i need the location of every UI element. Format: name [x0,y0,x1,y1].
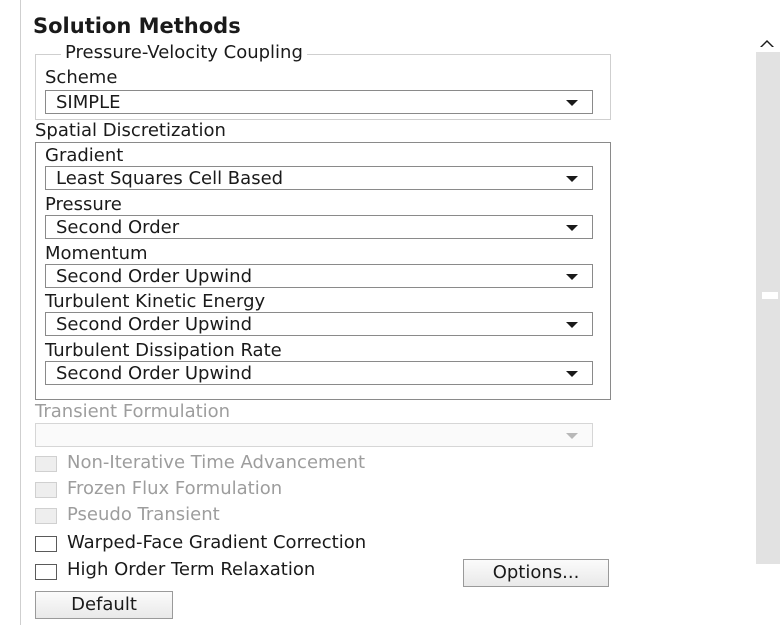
scroll-up-arrow-inner [762,42,772,47]
spatial-legend: Spatial Discretization [35,120,226,141]
scroll-track[interactable] [756,52,780,564]
gradient-value: Least Squares Cell Based [56,168,284,189]
pseudo-transient-checkbox [35,508,57,524]
pressure-label: Pressure [45,194,122,215]
pseudo-transient-label: Pseudo Transient [67,504,220,525]
pv-coupling-legend: Pressure-Velocity Coupling [61,42,307,63]
tke-label: Turbulent Kinetic Energy [45,291,266,312]
tke-value: Second Order Upwind [56,314,252,335]
chevron-down-icon [566,433,578,439]
tdr-value: Second Order Upwind [56,363,252,384]
chevron-down-icon [566,225,578,231]
momentum-dropdown[interactable]: Second Order Upwind [45,264,593,288]
gradient-dropdown[interactable]: Least Squares Cell Based [45,166,593,190]
chevron-down-icon [566,100,578,106]
transient-dropdown [35,423,593,447]
scroll-thumb[interactable] [762,292,778,299]
momentum-value: Second Order Upwind [56,266,252,287]
pressure-value: Second Order [56,217,180,238]
high-order-checkbox[interactable] [35,564,57,580]
tdr-dropdown[interactable]: Second Order Upwind [45,361,593,385]
frozen-flux-checkbox [35,482,57,498]
tdr-label: Turbulent Dissipation Rate [45,340,282,361]
options-button[interactable]: Options... [463,559,609,587]
solution-methods-panel: Solution Methods Pressure-Velocity Coupl… [20,0,753,625]
high-order-label: High Order Term Relaxation [67,559,316,580]
frozen-flux-label: Frozen Flux Formulation [67,478,283,499]
chevron-down-icon [566,274,578,280]
gradient-label: Gradient [45,145,124,166]
non-iterative-checkbox [35,456,57,472]
chevron-down-icon [566,176,578,182]
tke-dropdown[interactable]: Second Order Upwind [45,312,593,336]
panel-title: Solution Methods [33,14,241,38]
default-button[interactable]: Default [35,591,173,619]
pressure-dropdown[interactable]: Second Order [45,215,593,239]
vertical-scrollbar[interactable] [752,0,780,625]
non-iterative-label: Non-Iterative Time Advancement [67,452,366,473]
chevron-down-icon [566,371,578,377]
warped-face-label: Warped-Face Gradient Correction [67,532,367,553]
chevron-down-icon [566,322,578,328]
scheme-label: Scheme [45,67,118,88]
transient-label: Transient Formulation [35,401,231,422]
momentum-label: Momentum [45,243,148,264]
scheme-value: SIMPLE [56,92,121,113]
scheme-dropdown[interactable]: SIMPLE [45,90,593,114]
warped-face-checkbox[interactable] [35,536,57,552]
